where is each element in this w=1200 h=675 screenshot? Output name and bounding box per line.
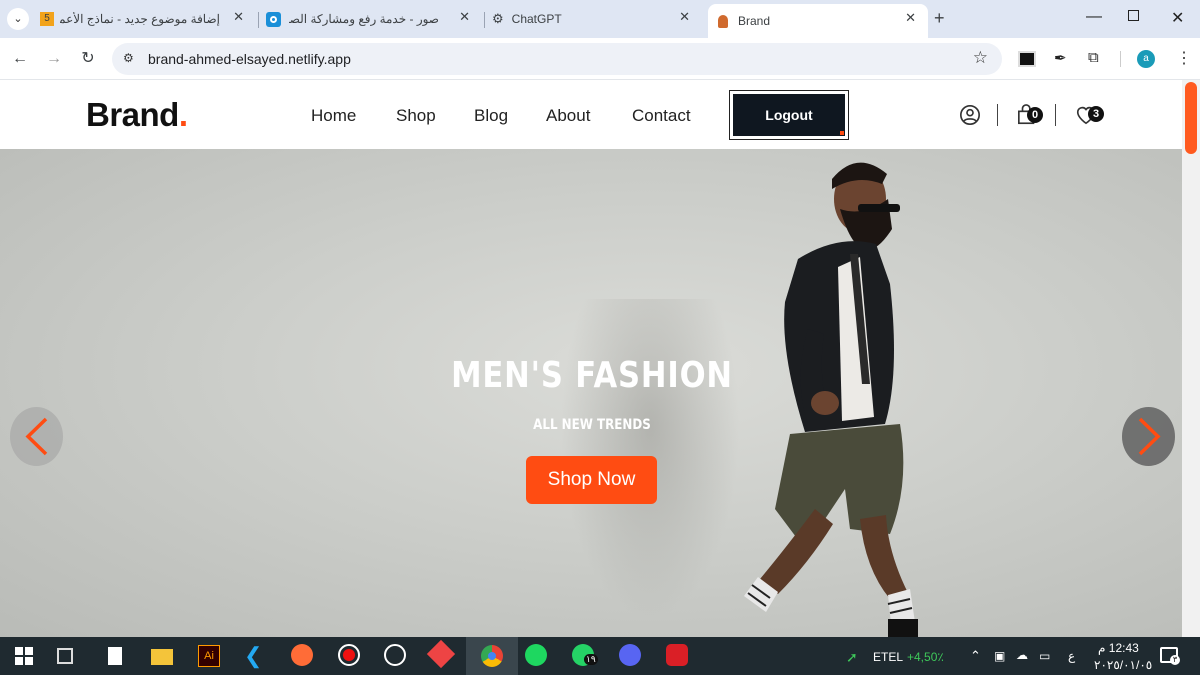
address-bar[interactable]: ⚙ brand-ahmed-elsayed.netlify.app ☆ <box>112 43 1002 75</box>
forward-button[interactable]: → <box>42 48 66 70</box>
nav-home[interactable]: Home <box>311 106 356 126</box>
eyedropper-icon[interactable]: ✒ <box>1054 49 1067 67</box>
discord-icon[interactable] <box>619 644 641 666</box>
tab-divider <box>258 12 259 28</box>
nav-about[interactable]: About <box>546 106 590 126</box>
tab-arabic-business[interactable]: 5 إضافة موضوع جديد - نماذج الأعمال ✕ <box>40 6 250 32</box>
cart-count-badge: 0 <box>1027 107 1043 123</box>
chrome-icon[interactable] <box>466 637 518 675</box>
notification-icon[interactable]: ٣ <box>1160 647 1180 665</box>
tab-chatgpt[interactable]: ⚙ ChatGPT ✕ <box>492 6 702 32</box>
tab-image-upload[interactable]: صور - خدمة رفع ومشاركة الصور ✕ <box>266 6 476 32</box>
stock-trend-icon: ➚ <box>846 649 858 665</box>
slider-prev-button[interactable] <box>10 407 63 466</box>
file-explorer-icon[interactable] <box>151 649 173 665</box>
wishlist-count-badge: 3 <box>1088 106 1104 122</box>
brand-logo[interactable]: Brand. <box>86 96 188 134</box>
camera-icon <box>266 11 281 27</box>
postman-icon[interactable] <box>291 644 313 666</box>
new-tab-button[interactable]: + <box>934 8 945 29</box>
close-tab-icon[interactable]: ✕ <box>233 9 244 25</box>
header-divider <box>997 104 998 126</box>
extension-icon[interactable] <box>1018 51 1036 67</box>
browser-toolbar: ← → ↻ ⚙ brand-ahmed-elsayed.netlify.app … <box>0 38 1200 80</box>
tab-list-button[interactable]: ⌄ <box>7 8 29 30</box>
brand-favicon-icon <box>718 14 728 28</box>
hero-slider: MEN'S FASHION ALL NEW TRENDS Shop Now <box>0 149 1182 637</box>
tab-favicon: 5 <box>40 12 54 26</box>
minimize-button[interactable]: — <box>1086 8 1102 26</box>
sourcetree-icon[interactable] <box>426 639 456 669</box>
notification-count: ٣ <box>1170 655 1180 665</box>
browser-tab-bar: ⌄ 5 إضافة موضوع جديد - نماذج الأعمال ✕ ص… <box>0 0 1200 38</box>
hero-subtitle: ALL NEW TRENDS <box>533 417 651 433</box>
spotify-icon[interactable] <box>525 644 547 666</box>
logo-dot: . <box>178 96 188 133</box>
vscode-icon[interactable]: ❮ <box>244 644 268 668</box>
tray-chevron-icon[interactable]: ⌃ <box>970 648 981 664</box>
windows-start-icon[interactable] <box>12 644 36 668</box>
user-icon[interactable] <box>958 104 982 126</box>
creative-cloud-icon[interactable] <box>666 644 688 666</box>
onedrive-icon[interactable]: ☁ <box>1016 648 1028 662</box>
restore-button[interactable] <box>1128 10 1139 21</box>
obs-icon[interactable] <box>384 644 406 666</box>
stock-change: +4,50٪ <box>907 650 944 664</box>
recorder-icon[interactable] <box>338 644 360 666</box>
scrollbar-thumb[interactable] <box>1185 82 1197 154</box>
battery-icon[interactable]: ▭ <box>1039 649 1050 663</box>
site-info-icon[interactable]: ⚙ <box>123 51 134 65</box>
back-button[interactable]: ← <box>8 48 32 70</box>
bookmark-star-icon[interactable]: ☆ <box>973 48 988 68</box>
clock-date[interactable]: ٢٠٢٥/٠١/٠٥ <box>1094 658 1152 672</box>
profile-avatar[interactable]: a <box>1137 50 1155 68</box>
extensions-puzzle-icon[interactable]: ⧉ <box>1088 49 1099 66</box>
logout-button[interactable]: Logout <box>729 90 849 140</box>
chevron-left-icon <box>25 417 48 456</box>
close-tab-icon[interactable]: ✕ <box>905 10 916 26</box>
tab-brand[interactable]: Brand ✕ <box>708 4 928 38</box>
browser-menu-button[interactable]: ⋮ <box>1176 48 1192 68</box>
page-scrollbar[interactable] <box>1182 80 1200 637</box>
tab-title: صور - خدمة رفع ومشاركة الصور <box>289 12 439 26</box>
close-tab-icon[interactable]: ✕ <box>679 9 690 25</box>
tab-divider <box>484 12 485 28</box>
header-divider <box>1055 104 1056 126</box>
nav-shop[interactable]: Shop <box>396 106 436 126</box>
meet-icon[interactable]: ▣ <box>994 649 1005 663</box>
reload-button[interactable]: ↻ <box>76 48 100 70</box>
whatsapp-icon[interactable]: ١٩ <box>572 644 598 666</box>
logout-accent <box>840 131 844 135</box>
url-text: brand-ahmed-elsayed.netlify.app <box>148 51 351 67</box>
site-header: Brand. Home Shop Blog About Contact Logo… <box>0 80 1182 149</box>
slider-next-button[interactable] <box>1122 407 1175 466</box>
toolbar-divider <box>1120 51 1121 67</box>
close-tab-icon[interactable]: ✕ <box>459 9 470 25</box>
chevron-right-icon <box>1138 417 1161 456</box>
whatsapp-badge: ١٩ <box>584 654 598 665</box>
tab-title: إضافة موضوع جديد - نماذج الأعمال <box>60 12 220 26</box>
tab-title: Brand <box>738 14 771 28</box>
close-window-button[interactable]: ✕ <box>1171 8 1184 28</box>
tab-title: ChatGPT <box>511 12 562 26</box>
windows-taskbar: Ai ❮ ١٩ ➚ ETEL +4,50٪ ⌃ ▣ ☁ ▭ ع 12:43 م … <box>0 637 1200 675</box>
file-icon[interactable] <box>108 647 122 665</box>
logout-label: Logout <box>733 94 845 136</box>
nav-blog[interactable]: Blog <box>474 106 508 126</box>
chatgpt-icon: ⚙ <box>492 11 504 26</box>
input-language[interactable]: ع <box>1068 649 1075 663</box>
logo-text: Brand <box>86 96 179 133</box>
clock-time[interactable]: 12:43 م <box>1098 641 1139 655</box>
task-view-icon[interactable] <box>57 648 73 664</box>
nav-contact[interactable]: Contact <box>632 106 691 126</box>
shop-now-button[interactable]: Shop Now <box>526 456 657 504</box>
illustrator-icon[interactable]: Ai <box>198 645 220 667</box>
stock-name[interactable]: ETEL <box>873 650 903 664</box>
hero-title: MEN'S FASHION <box>451 355 733 396</box>
